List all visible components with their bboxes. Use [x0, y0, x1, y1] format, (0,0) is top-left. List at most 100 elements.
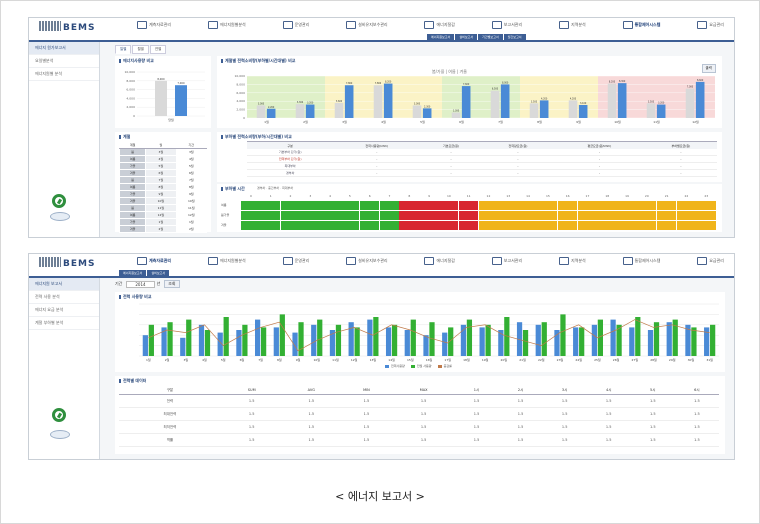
time-cell: [339, 221, 360, 230]
time-cell: [498, 201, 518, 210]
zone-compare-panel: 계절별 전력소비량(부하별/시간대별) 비교 봄/가을 | 여름 | 겨울 출력…: [217, 56, 722, 128]
menu-item[interactable]: 지역분석: [559, 21, 586, 29]
bems-logo: BEMS: [39, 21, 95, 33]
bar-value-label: 7,000: [177, 81, 185, 85]
x-tick-label: 28일: [650, 357, 657, 362]
table-cell: 1.5: [340, 407, 393, 421]
content-tab[interactable]: 일별: [115, 45, 132, 54]
menu-item[interactable]: 운영관리: [282, 21, 309, 29]
menu-item[interactable]: 지역분석: [559, 257, 586, 265]
table-cell: 1.5: [220, 407, 283, 421]
table-row: 최대부하 - - - - -: [247, 162, 717, 170]
daily-bar: [404, 330, 410, 356]
y-tick-label: 6,000: [126, 88, 135, 92]
x-tick-label: 26일: [613, 357, 620, 362]
month-bar: [256, 105, 266, 118]
year-select[interactable]: 2014: [126, 280, 155, 288]
table-cell: 11월: [145, 204, 177, 212]
month-bar: [529, 103, 539, 118]
sub-tab[interactable]: 기간별보고서: [478, 34, 503, 40]
menu-item[interactable]: 요금관리: [697, 21, 724, 29]
menu-item[interactable]: 통합제어시스템: [622, 257, 660, 265]
menu-item[interactable]: 요금관리: [697, 257, 724, 265]
daily-bar: [255, 319, 261, 356]
season-zone: [286, 76, 325, 118]
menu-item[interactable]: 보고서관리: [491, 257, 522, 265]
menu-icon: [622, 257, 633, 265]
legend-label: 전월 사용량: [416, 364, 432, 368]
sub-tab[interactable]: 설비보고서: [147, 270, 170, 276]
x-tick-label: 29일: [669, 357, 676, 362]
daily-bar: [591, 324, 598, 356]
table-cell: 전력: [119, 394, 221, 408]
menu-item[interactable]: 설비유지보수관리: [346, 257, 388, 265]
month-bar: [461, 86, 471, 118]
time-cell: [419, 211, 439, 220]
sub-tab[interactable]: 설비보고서: [455, 34, 478, 40]
menu-item[interactable]: 계측자료관리: [137, 21, 171, 29]
hour-label: 19: [625, 194, 629, 198]
menu-item[interactable]: 에너지원별분석: [207, 21, 246, 29]
x-tick-label: 11월: [653, 119, 660, 124]
content-tab[interactable]: 월별: [132, 45, 149, 54]
time-cell: [696, 221, 716, 230]
sub-tab[interactable]: 에너지원보고서: [119, 270, 147, 276]
month-bar: [695, 81, 705, 118]
menu-item[interactable]: 에너지원별분석: [207, 257, 246, 265]
time-cell: [478, 221, 499, 230]
table-cell: -: [481, 169, 555, 177]
bar-value-label: 3,200: [658, 102, 665, 105]
time-row-label: 여름: [221, 203, 227, 207]
time-cell: [597, 221, 617, 230]
table-cell: 1.5: [542, 394, 587, 408]
menu-item[interactable]: 통합제어시스템: [622, 21, 660, 29]
panel-title: 전력별 데이터: [119, 378, 146, 384]
season-zone: [247, 76, 286, 118]
content-tab[interactable]: 연별: [149, 45, 167, 54]
table-cell: 1.5: [542, 433, 587, 447]
table-header: 5시: [630, 386, 675, 395]
left-nav-item[interactable]: 에너지원별 분석: [29, 68, 99, 81]
usage-compare-panel: 에너지사용량 비교 0 2,000 4,000 6,000 8,000 10,000 8,0…: [115, 56, 211, 128]
menu-icon: [207, 257, 218, 265]
x-tick-label: 10월: [614, 119, 621, 124]
table-cell: 1.5: [392, 394, 455, 408]
left-nav-item[interactable]: 에너지원 보고서: [29, 278, 99, 291]
menu-item[interactable]: 운영관리: [282, 257, 309, 265]
left-nav-item[interactable]: 요일별분석: [29, 55, 99, 68]
month-bar: [656, 104, 666, 118]
table-cell: 1.5: [630, 394, 675, 408]
table-row: 봄 7월 7월: [118, 176, 208, 184]
daily-bar: [348, 322, 354, 356]
bar-value-label: 3,600: [336, 100, 343, 103]
left-nav-item[interactable]: 계절 부하별 분석: [29, 317, 99, 330]
left-nav-item[interactable]: 전력 사용 분석: [29, 291, 99, 304]
table-header: 1시: [454, 386, 499, 395]
bar-value-label: 3,300: [297, 101, 304, 104]
x-tick-label: 9월: [576, 119, 581, 124]
menu-item[interactable]: 에너지절감: [424, 257, 455, 265]
time-cell: [498, 211, 518, 220]
menu-icon: [559, 257, 570, 265]
menu-item[interactable]: 계측자료관리: [137, 257, 171, 265]
sub-tab[interactable]: 에너지원보고서: [427, 34, 455, 40]
table-cell: -: [420, 155, 482, 163]
search-button[interactable]: 조회: [164, 280, 180, 288]
table-cell: 9월: [145, 190, 177, 198]
time-cell: [676, 221, 697, 230]
menu-item[interactable]: 설비유지보수관리: [346, 21, 388, 29]
time-cell: [557, 201, 578, 210]
menu-item[interactable]: 보고서관리: [491, 21, 522, 29]
bems-logo: BEMS: [39, 257, 95, 269]
left-nav-item[interactable]: 에너지 원가보고서: [29, 42, 99, 55]
eco-logo-icon: [52, 194, 66, 208]
table-cell: 겨울: [118, 197, 147, 205]
sub-tab[interactable]: 월간보고서: [503, 34, 526, 40]
bar-value-label: 4,200: [570, 97, 577, 100]
bar-value-label: 6,500: [492, 88, 499, 91]
menu-item[interactable]: 에너지절감: [424, 21, 455, 29]
daily-bar: [385, 327, 392, 356]
left-nav-item[interactable]: 에너지 요금 분석: [29, 304, 99, 317]
month-bar: [646, 103, 656, 118]
table-cell: 최대전력: [119, 407, 221, 421]
